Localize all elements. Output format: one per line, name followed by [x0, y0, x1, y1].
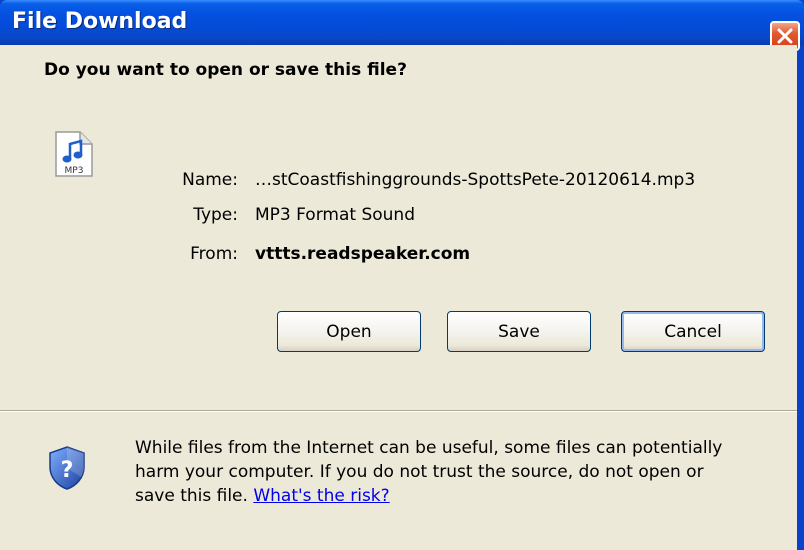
mp3-file-icon: MP3 [50, 129, 98, 183]
type-value: MP3 Format Sound [255, 205, 415, 225]
close-icon [777, 28, 793, 44]
section-divider-highlight [0, 411, 797, 412]
window-title: File Download [12, 9, 188, 34]
security-shield-icon: ? [47, 445, 87, 495]
security-warning: While files from the Internet can be use… [135, 436, 785, 508]
whats-the-risk-link[interactable]: What's the risk? [253, 486, 389, 506]
warning-line-1: While files from the Internet can be use… [135, 438, 723, 458]
open-button[interactable]: Open [277, 311, 421, 352]
from-label: From: [190, 244, 238, 264]
file-download-window: File Download Do you want to open or sav… [0, 0, 804, 550]
warning-line-3-text: save this file. [135, 486, 254, 506]
svg-text:?: ? [61, 458, 74, 483]
name-value: …stCoastfishinggrounds-SpottsPete-201206… [255, 170, 696, 190]
cancel-button[interactable]: Cancel [621, 311, 765, 352]
save-button[interactable]: Save [447, 311, 591, 352]
title-bar[interactable]: File Download [0, 0, 804, 51]
file-icon-text: MP3 [65, 166, 84, 176]
dialog-question: Do you want to open or save this file? [44, 60, 407, 80]
warning-line-3: save this file. What's the risk? [135, 484, 785, 508]
from-value: vttts.readspeaker.com [255, 244, 471, 264]
type-label: Type: [193, 205, 238, 225]
name-label: Name: [182, 170, 238, 190]
warning-line-2: harm your computer. If you do not trust … [135, 462, 704, 482]
